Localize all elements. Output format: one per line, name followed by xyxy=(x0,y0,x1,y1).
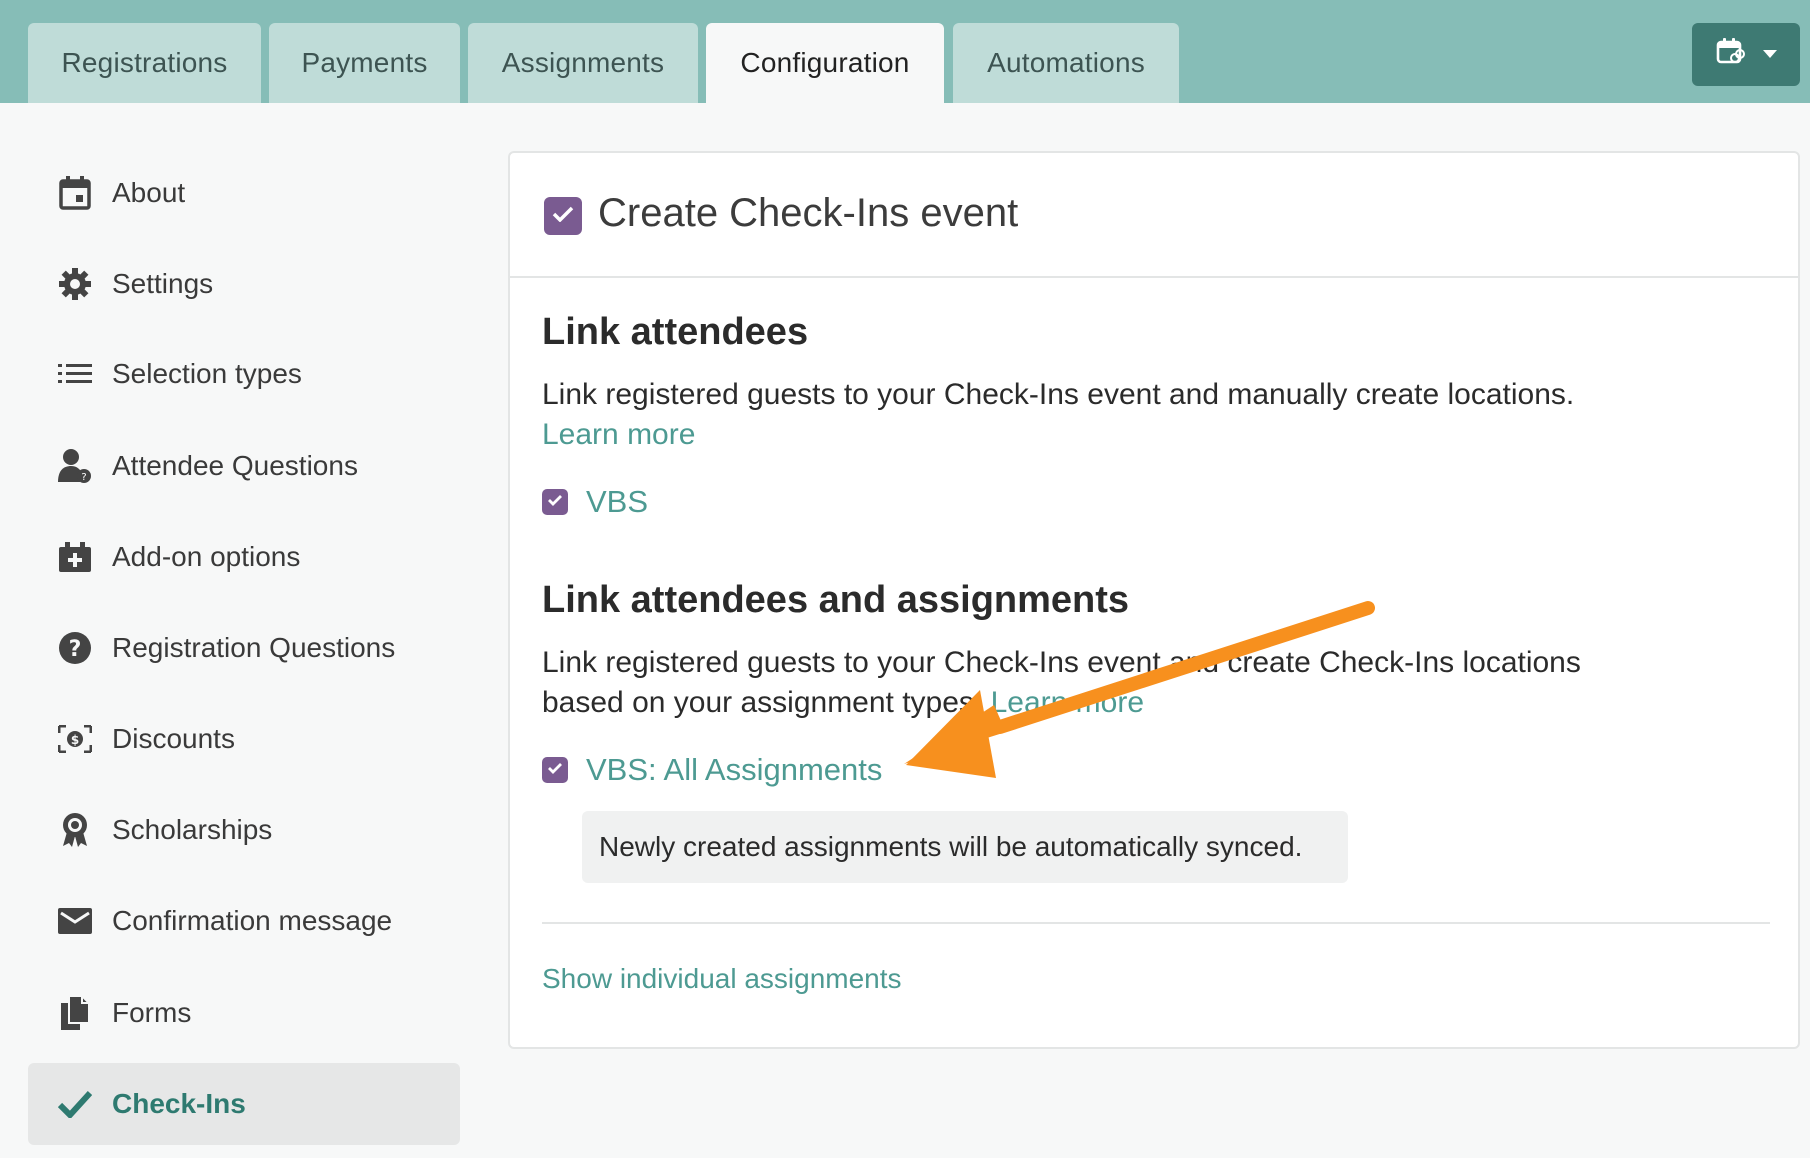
svg-text:$: $ xyxy=(71,733,79,747)
svg-text:?: ? xyxy=(81,472,86,483)
sidebar-item-registration-questions[interactable]: ? Registration Questions xyxy=(28,607,460,689)
sidebar-item-label: Add-on options xyxy=(112,541,301,572)
link-attendees-heading: Link attendees xyxy=(542,311,809,353)
sidebar-item-about[interactable]: About xyxy=(28,152,460,234)
question-circle-icon: ? xyxy=(58,631,92,665)
tab-assignments[interactable]: Assignments xyxy=(468,23,698,103)
check-icon xyxy=(547,493,563,511)
checkmark-icon xyxy=(58,1087,92,1121)
sidebar-item-confirmation-message[interactable]: Confirmation message xyxy=(28,880,460,962)
sidebar-item-label: Attendee Questions xyxy=(112,450,358,481)
sidebar-item-check-ins[interactable]: Check-Ins xyxy=(28,1063,460,1145)
link-attendees-description: Link registered guests to your Check-Ins… xyxy=(542,375,1742,455)
learn-more-link[interactable]: Learn more xyxy=(542,418,695,451)
create-event-checkbox[interactable] xyxy=(544,197,582,235)
description-text: Link registered guests to your Check-Ins… xyxy=(542,378,1575,411)
panel-title: Create Check-Ins event xyxy=(598,191,1019,235)
ribbon-icon xyxy=(58,813,92,847)
sidebar-item-label: Selection types xyxy=(112,358,302,389)
gear-icon xyxy=(58,267,92,301)
sidebar-item-attendee-questions[interactable]: ? Attendee Questions xyxy=(28,425,460,507)
panel-header: Create Check-Ins event xyxy=(510,153,1798,278)
sidebar-item-label: About xyxy=(112,177,186,208)
description-line-2: based on your assignment types. xyxy=(542,686,983,719)
divider xyxy=(542,922,1770,924)
sync-note: Newly created assignments will be automa… xyxy=(582,811,1348,883)
tab-registrations[interactable]: Registrations xyxy=(28,23,261,103)
list-icon xyxy=(58,357,92,391)
sidebar-item-label: Confirmation message xyxy=(112,905,393,936)
sidebar-item-label: Scholarships xyxy=(112,814,273,845)
sidebar-item-label: Discounts xyxy=(112,723,235,754)
calendar-icon xyxy=(58,176,92,210)
caret-down-icon xyxy=(1763,46,1777,64)
sidebar-item-label: Forms xyxy=(112,997,192,1028)
vbs-checkbox[interactable] xyxy=(542,489,568,515)
svg-text:?: ? xyxy=(69,637,82,662)
sidebar-item-settings[interactable]: Settings xyxy=(28,243,460,325)
sidebar-item-add-on-options[interactable]: Add-on options xyxy=(28,516,460,598)
vbs-all-assignments-label[interactable]: VBS: All Assignments xyxy=(586,752,882,788)
link-assignments-description: Link registered guests to your Check-Ins… xyxy=(542,643,1742,723)
tab-automations[interactable]: Automations xyxy=(953,23,1179,103)
tab-configuration[interactable]: Configuration xyxy=(706,23,944,103)
sidebar-item-label: Check-Ins xyxy=(112,1088,246,1119)
description-line-1: Link registered guests to your Check-Ins… xyxy=(542,646,1581,679)
learn-more-link-2[interactable]: Learn more xyxy=(991,686,1144,719)
check-icon xyxy=(552,206,574,227)
money-icon: $ xyxy=(58,722,92,756)
envelope-icon xyxy=(58,904,92,938)
vbs-option-label[interactable]: VBS xyxy=(586,484,648,520)
documents-icon xyxy=(58,995,92,1030)
check-ins-config-panel: Create Check-Ins event Link attendees Li… xyxy=(508,151,1800,1049)
tab-payments[interactable]: Payments xyxy=(269,23,460,103)
person-question-icon: ? xyxy=(58,449,92,483)
sidebar-item-selection-types[interactable]: Selection types xyxy=(28,333,460,415)
sidebar-item-discounts[interactable]: $ Discounts xyxy=(28,698,460,780)
sidebar-item-label: Registration Questions xyxy=(112,632,396,663)
add-box-icon xyxy=(58,540,92,574)
sidebar-item-forms[interactable]: Forms xyxy=(28,972,460,1054)
check-icon xyxy=(547,761,563,779)
sidebar-item-scholarships[interactable]: Scholarships xyxy=(28,789,460,871)
calendar-link-button[interactable] xyxy=(1692,23,1800,86)
calendar-link-icon xyxy=(1715,37,1745,72)
link-attendees-assignments-heading: Link attendees and assignments xyxy=(542,579,1130,621)
sidebar-item-label: Settings xyxy=(112,268,214,299)
vbs-all-assignments-checkbox[interactable] xyxy=(542,757,568,783)
top-tab-bar: Registrations Payments Assignments Confi… xyxy=(0,0,1810,103)
show-individual-assignments-link[interactable]: Show individual assignments xyxy=(542,963,902,995)
